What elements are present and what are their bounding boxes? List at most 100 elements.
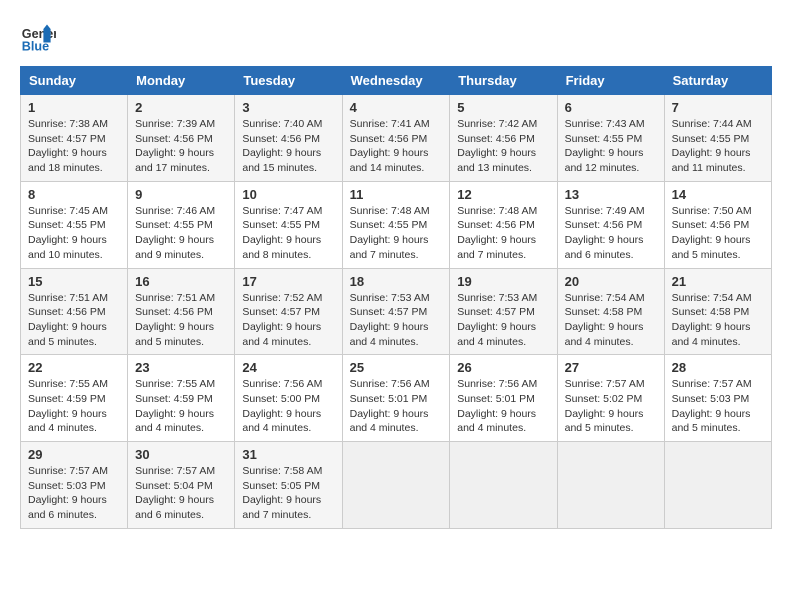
day-info: Sunrise: 7:38 AM Sunset: 4:57 PM Dayligh…: [28, 117, 120, 176]
calendar-day-cell: 6 Sunrise: 7:43 AM Sunset: 4:55 PM Dayli…: [557, 95, 664, 182]
day-info: Sunrise: 7:45 AM Sunset: 4:55 PM Dayligh…: [28, 204, 120, 263]
page-header: General Blue: [20, 20, 772, 56]
day-of-week-header: Friday: [557, 67, 664, 95]
day-number: 7: [672, 100, 764, 115]
day-of-week-header: Monday: [128, 67, 235, 95]
day-of-week-header: Sunday: [21, 67, 128, 95]
day-number: 8: [28, 187, 120, 202]
day-info: Sunrise: 7:56 AM Sunset: 5:01 PM Dayligh…: [457, 377, 549, 436]
day-number: 14: [672, 187, 764, 202]
calendar-day-cell: 5 Sunrise: 7:42 AM Sunset: 4:56 PM Dayli…: [450, 95, 557, 182]
calendar-day-cell: 10 Sunrise: 7:47 AM Sunset: 4:55 PM Dayl…: [235, 181, 342, 268]
calendar-day-cell: 30 Sunrise: 7:57 AM Sunset: 5:04 PM Dayl…: [128, 442, 235, 529]
day-info: Sunrise: 7:51 AM Sunset: 4:56 PM Dayligh…: [28, 291, 120, 350]
day-number: 11: [350, 187, 443, 202]
day-number: 24: [242, 360, 334, 375]
calendar-day-cell: 4 Sunrise: 7:41 AM Sunset: 4:56 PM Dayli…: [342, 95, 450, 182]
calendar-day-cell: [664, 442, 771, 529]
day-info: Sunrise: 7:53 AM Sunset: 4:57 PM Dayligh…: [350, 291, 443, 350]
day-info: Sunrise: 7:41 AM Sunset: 4:56 PM Dayligh…: [350, 117, 443, 176]
calendar-day-cell: 1 Sunrise: 7:38 AM Sunset: 4:57 PM Dayli…: [21, 95, 128, 182]
calendar-day-cell: 19 Sunrise: 7:53 AM Sunset: 4:57 PM Dayl…: [450, 268, 557, 355]
day-info: Sunrise: 7:46 AM Sunset: 4:55 PM Dayligh…: [135, 204, 227, 263]
calendar-day-cell: 24 Sunrise: 7:56 AM Sunset: 5:00 PM Dayl…: [235, 355, 342, 442]
day-of-week-header: Tuesday: [235, 67, 342, 95]
day-number: 13: [565, 187, 657, 202]
calendar-day-cell: 31 Sunrise: 7:58 AM Sunset: 5:05 PM Dayl…: [235, 442, 342, 529]
calendar-day-cell: 26 Sunrise: 7:56 AM Sunset: 5:01 PM Dayl…: [450, 355, 557, 442]
day-number: 4: [350, 100, 443, 115]
day-number: 22: [28, 360, 120, 375]
calendar-day-cell: 13 Sunrise: 7:49 AM Sunset: 4:56 PM Dayl…: [557, 181, 664, 268]
day-number: 27: [565, 360, 657, 375]
day-number: 30: [135, 447, 227, 462]
day-number: 2: [135, 100, 227, 115]
calendar-day-cell: 3 Sunrise: 7:40 AM Sunset: 4:56 PM Dayli…: [235, 95, 342, 182]
calendar-day-cell: 22 Sunrise: 7:55 AM Sunset: 4:59 PM Dayl…: [21, 355, 128, 442]
day-number: 26: [457, 360, 549, 375]
calendar-day-cell: 14 Sunrise: 7:50 AM Sunset: 4:56 PM Dayl…: [664, 181, 771, 268]
calendar-day-cell: 15 Sunrise: 7:51 AM Sunset: 4:56 PM Dayl…: [21, 268, 128, 355]
day-info: Sunrise: 7:57 AM Sunset: 5:04 PM Dayligh…: [135, 464, 227, 523]
day-info: Sunrise: 7:48 AM Sunset: 4:55 PM Dayligh…: [350, 204, 443, 263]
day-info: Sunrise: 7:57 AM Sunset: 5:03 PM Dayligh…: [672, 377, 764, 436]
calendar-day-cell: 23 Sunrise: 7:55 AM Sunset: 4:59 PM Dayl…: [128, 355, 235, 442]
calendar-day-cell: 29 Sunrise: 7:57 AM Sunset: 5:03 PM Dayl…: [21, 442, 128, 529]
day-number: 1: [28, 100, 120, 115]
day-info: Sunrise: 7:49 AM Sunset: 4:56 PM Dayligh…: [565, 204, 657, 263]
calendar-day-cell: 2 Sunrise: 7:39 AM Sunset: 4:56 PM Dayli…: [128, 95, 235, 182]
calendar-week-row: 8 Sunrise: 7:45 AM Sunset: 4:55 PM Dayli…: [21, 181, 772, 268]
day-info: Sunrise: 7:57 AM Sunset: 5:03 PM Dayligh…: [28, 464, 120, 523]
calendar-week-row: 22 Sunrise: 7:55 AM Sunset: 4:59 PM Dayl…: [21, 355, 772, 442]
day-number: 23: [135, 360, 227, 375]
day-number: 18: [350, 274, 443, 289]
calendar-day-cell: 27 Sunrise: 7:57 AM Sunset: 5:02 PM Dayl…: [557, 355, 664, 442]
calendar-day-cell: 17 Sunrise: 7:52 AM Sunset: 4:57 PM Dayl…: [235, 268, 342, 355]
calendar-day-cell: 21 Sunrise: 7:54 AM Sunset: 4:58 PM Dayl…: [664, 268, 771, 355]
day-number: 31: [242, 447, 334, 462]
day-info: Sunrise: 7:52 AM Sunset: 4:57 PM Dayligh…: [242, 291, 334, 350]
day-info: Sunrise: 7:48 AM Sunset: 4:56 PM Dayligh…: [457, 204, 549, 263]
day-number: 28: [672, 360, 764, 375]
calendar-day-cell: [450, 442, 557, 529]
calendar-body: 1 Sunrise: 7:38 AM Sunset: 4:57 PM Dayli…: [21, 95, 772, 529]
day-number: 19: [457, 274, 549, 289]
day-of-week-header: Saturday: [664, 67, 771, 95]
calendar-week-row: 15 Sunrise: 7:51 AM Sunset: 4:56 PM Dayl…: [21, 268, 772, 355]
calendar-day-cell: 18 Sunrise: 7:53 AM Sunset: 4:57 PM Dayl…: [342, 268, 450, 355]
day-of-week-header: Thursday: [450, 67, 557, 95]
day-info: Sunrise: 7:39 AM Sunset: 4:56 PM Dayligh…: [135, 117, 227, 176]
day-number: 17: [242, 274, 334, 289]
day-number: 9: [135, 187, 227, 202]
day-info: Sunrise: 7:47 AM Sunset: 4:55 PM Dayligh…: [242, 204, 334, 263]
calendar-table: SundayMondayTuesdayWednesdayThursdayFrid…: [20, 66, 772, 529]
day-number: 29: [28, 447, 120, 462]
calendar-day-cell: 7 Sunrise: 7:44 AM Sunset: 4:55 PM Dayli…: [664, 95, 771, 182]
day-info: Sunrise: 7:51 AM Sunset: 4:56 PM Dayligh…: [135, 291, 227, 350]
day-info: Sunrise: 7:56 AM Sunset: 5:01 PM Dayligh…: [350, 377, 443, 436]
day-info: Sunrise: 7:54 AM Sunset: 4:58 PM Dayligh…: [672, 291, 764, 350]
calendar-day-cell: 25 Sunrise: 7:56 AM Sunset: 5:01 PM Dayl…: [342, 355, 450, 442]
calendar-day-cell: 8 Sunrise: 7:45 AM Sunset: 4:55 PM Dayli…: [21, 181, 128, 268]
calendar-day-cell: 16 Sunrise: 7:51 AM Sunset: 4:56 PM Dayl…: [128, 268, 235, 355]
day-number: 20: [565, 274, 657, 289]
day-info: Sunrise: 7:56 AM Sunset: 5:00 PM Dayligh…: [242, 377, 334, 436]
day-number: 25: [350, 360, 443, 375]
calendar-day-cell: 11 Sunrise: 7:48 AM Sunset: 4:55 PM Dayl…: [342, 181, 450, 268]
day-number: 12: [457, 187, 549, 202]
calendar-header-row: SundayMondayTuesdayWednesdayThursdayFrid…: [21, 67, 772, 95]
day-number: 6: [565, 100, 657, 115]
day-number: 16: [135, 274, 227, 289]
day-of-week-header: Wednesday: [342, 67, 450, 95]
day-info: Sunrise: 7:40 AM Sunset: 4:56 PM Dayligh…: [242, 117, 334, 176]
day-number: 3: [242, 100, 334, 115]
day-info: Sunrise: 7:44 AM Sunset: 4:55 PM Dayligh…: [672, 117, 764, 176]
calendar-week-row: 1 Sunrise: 7:38 AM Sunset: 4:57 PM Dayli…: [21, 95, 772, 182]
day-number: 15: [28, 274, 120, 289]
day-info: Sunrise: 7:55 AM Sunset: 4:59 PM Dayligh…: [28, 377, 120, 436]
day-info: Sunrise: 7:55 AM Sunset: 4:59 PM Dayligh…: [135, 377, 227, 436]
day-info: Sunrise: 7:57 AM Sunset: 5:02 PM Dayligh…: [565, 377, 657, 436]
day-info: Sunrise: 7:58 AM Sunset: 5:05 PM Dayligh…: [242, 464, 334, 523]
day-info: Sunrise: 7:54 AM Sunset: 4:58 PM Dayligh…: [565, 291, 657, 350]
calendar-day-cell: [557, 442, 664, 529]
